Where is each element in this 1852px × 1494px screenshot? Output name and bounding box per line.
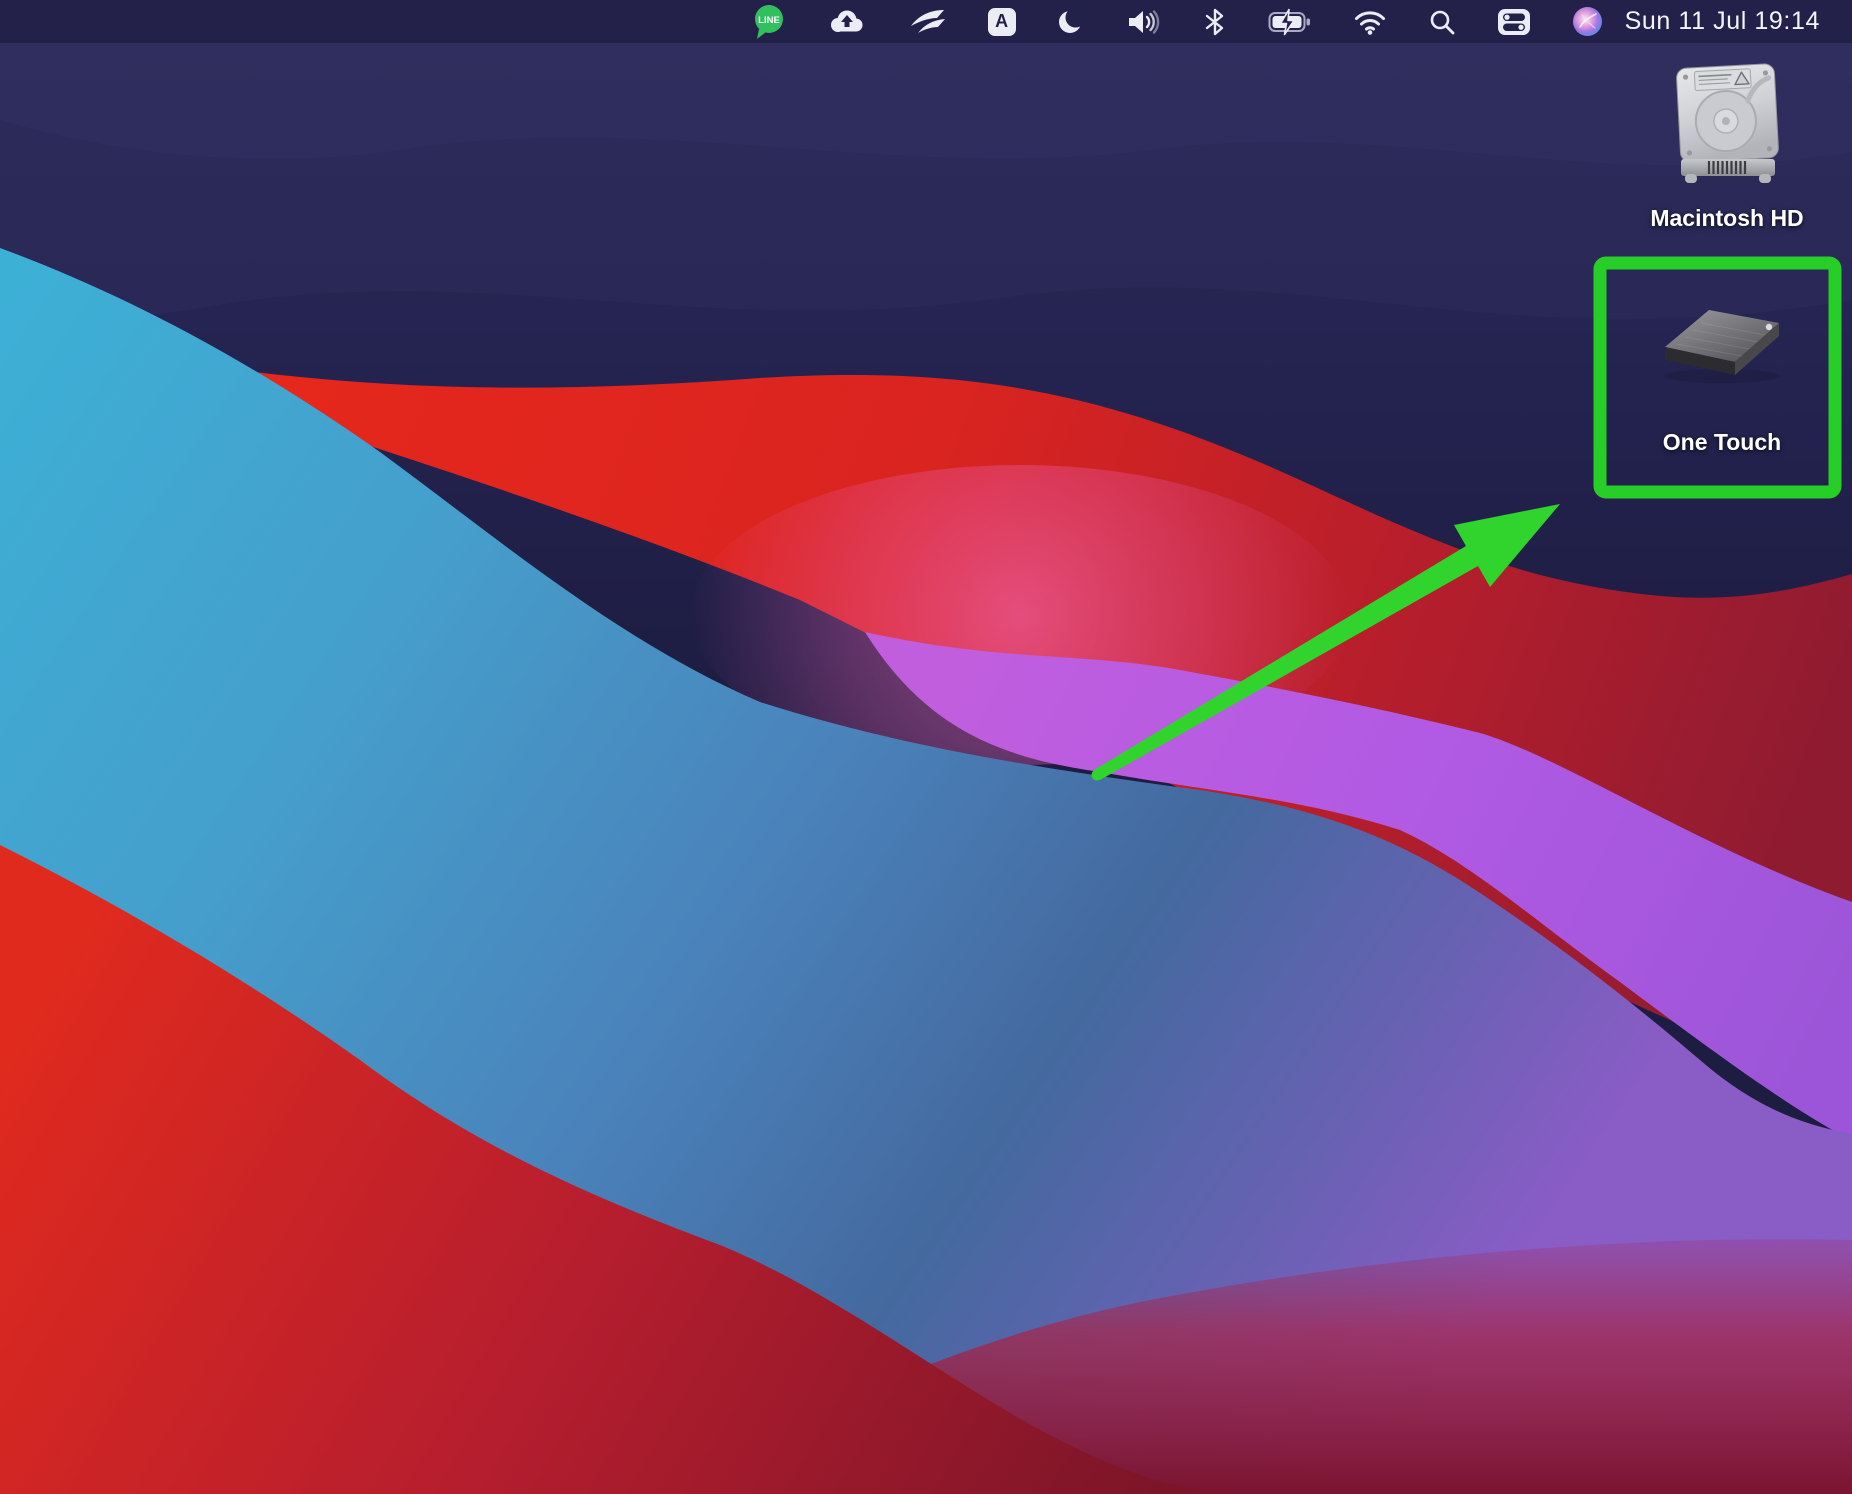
desktop-icon-label: Macintosh HD xyxy=(1617,203,1837,233)
external-drive-icon xyxy=(1647,296,1797,388)
desktop: LINE xyxy=(0,0,1852,1494)
input-source-icon[interactable]: A xyxy=(988,0,1016,43)
cloud-upload-icon[interactable] xyxy=(828,0,866,43)
wifi-icon[interactable] xyxy=(1353,0,1387,43)
volume-icon[interactable] xyxy=(1126,0,1162,43)
menu-bar-status-icons: LINE xyxy=(751,0,1603,43)
wallpaper xyxy=(0,0,1852,1494)
desktop-icon-label: One Touch xyxy=(1612,427,1832,457)
menu-bar: LINE xyxy=(0,0,1852,43)
do-not-disturb-moon-icon[interactable] xyxy=(1057,0,1085,43)
line-icon[interactable]: LINE xyxy=(751,0,787,43)
siri-icon[interactable] xyxy=(1572,0,1603,43)
control-center-icon[interactable] xyxy=(1497,0,1531,43)
internal-drive-icon xyxy=(1652,58,1802,194)
desktop-icon-macintosh-hd[interactable]: Macintosh HD xyxy=(1652,58,1802,238)
bluetooth-icon[interactable] xyxy=(1203,0,1227,43)
input-source-letter: A xyxy=(988,8,1016,36)
spotlight-search-icon[interactable] xyxy=(1428,0,1456,43)
battery-charging-icon[interactable] xyxy=(1268,0,1312,43)
menu-bar-clock[interactable]: Sun 11 Jul 19:14 xyxy=(1625,7,1820,36)
wing-icon[interactable] xyxy=(907,0,947,43)
desktop-icon-one-touch[interactable]: One Touch xyxy=(1647,296,1797,466)
svg-text:LINE: LINE xyxy=(758,15,780,26)
